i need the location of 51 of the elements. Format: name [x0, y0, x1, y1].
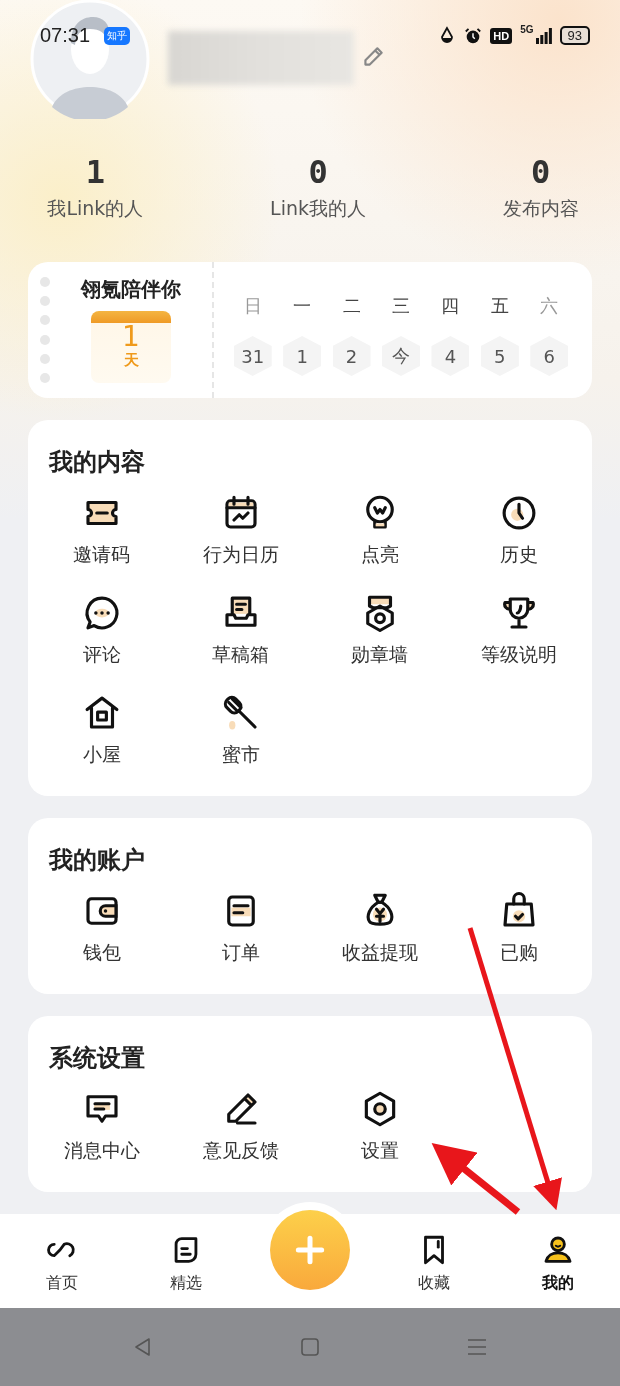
signal-icon: [535, 27, 552, 44]
binder-hole: [40, 315, 50, 326]
menu-item-label[interactable]: 等级说明: [480, 642, 557, 668]
hd-badge: HD: [490, 27, 513, 44]
weekday-label: 日: [243, 294, 262, 318]
tab-label[interactable]: 收藏: [418, 1272, 450, 1294]
weekday-label: 五: [490, 294, 509, 318]
menu-item-label[interactable]: 已购: [499, 940, 538, 966]
tab-label[interactable]: 首页: [46, 1272, 78, 1294]
menu-item-label[interactable]: 意见反馈: [202, 1138, 279, 1164]
stat-count[interactable]: 0: [308, 150, 328, 194]
menu-item-label[interactable]: 消息中心: [63, 1138, 140, 1164]
menu-item-label[interactable]: 收益提现: [341, 940, 418, 966]
stat-label[interactable]: 我Link的人: [47, 196, 144, 222]
network-label: 5G: [520, 24, 534, 35]
menu-item-label[interactable]: 设置: [360, 1138, 399, 1164]
battery-indicator: 93: [559, 26, 590, 45]
binder-hole: [40, 277, 50, 288]
binder-hole: [40, 372, 50, 383]
status-time: 07:31: [40, 24, 91, 47]
section-title: 我的账户: [48, 845, 146, 876]
weekday-label: 一: [293, 294, 312, 318]
weekday-label: 三: [392, 294, 410, 318]
binder-hole: [40, 353, 50, 364]
menu-item-label[interactable]: 钱包: [82, 940, 121, 966]
tab-label[interactable]: 我的: [542, 1272, 574, 1294]
day-counter: 1 天: [91, 311, 171, 383]
streak-title: 翎氪陪伴你: [81, 276, 181, 303]
stat-label[interactable]: 发布内容: [502, 196, 579, 222]
menu-item-label[interactable]: 评论: [82, 642, 121, 668]
menu-item-label[interactable]: 草稿箱: [212, 642, 269, 668]
tab-label[interactable]: 精选: [170, 1272, 202, 1294]
stat-count[interactable]: 1: [85, 150, 105, 194]
weekday-label: 六: [540, 294, 559, 318]
weekday-label: 二: [342, 294, 361, 318]
menu-item-label[interactable]: 勋章墙: [351, 642, 408, 668]
streak-card[interactable]: 翎氪陪伴你 1 天 日 一 二 三 四 五 六 31 1 2 今 4 5 6: [28, 262, 592, 398]
section-title: 系统设置: [48, 1043, 146, 1074]
menu-item-label[interactable]: 历史: [499, 542, 538, 568]
binder-hole: [40, 296, 50, 307]
section-title: 我的内容: [48, 447, 146, 478]
weekday-label: 四: [441, 294, 460, 318]
menu-item-label[interactable]: 点亮: [360, 542, 399, 568]
menu-item-label[interactable]: 订单: [221, 940, 260, 966]
menu-item-label[interactable]: 小屋: [82, 742, 121, 768]
stat-count[interactable]: 0: [531, 150, 551, 194]
binder-hole: [40, 334, 50, 345]
menu-item-label[interactable]: 行为日历: [202, 542, 279, 568]
stat-label[interactable]: Link我的人: [270, 196, 366, 222]
menu-item-label[interactable]: 邀请码: [73, 542, 130, 568]
menu-item-label[interactable]: 蜜市: [221, 742, 260, 768]
